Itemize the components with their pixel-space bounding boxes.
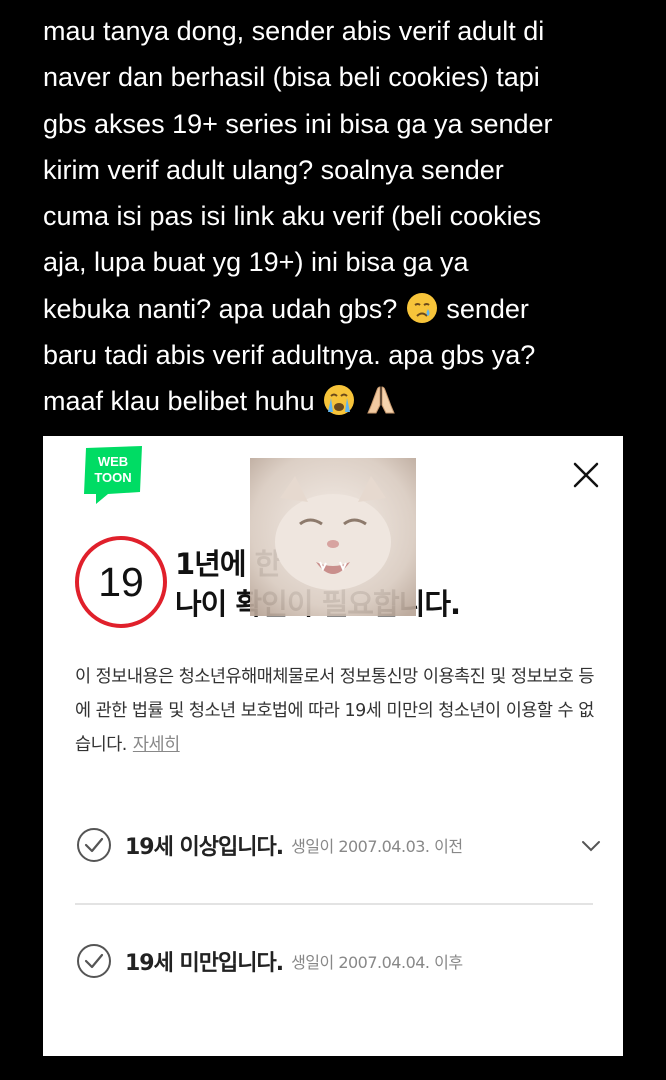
age-verification-card: WEB TOON 19 1년에 한 번, 나이 확인이 필요합니다. 이 정보내… — [43, 436, 623, 1056]
close-icon[interactable] — [571, 460, 601, 490]
crying-face-icon — [405, 291, 439, 325]
post-line: mau tanya dong, sender abis verif adult … — [43, 16, 545, 46]
logo-text-top: WEB — [98, 454, 128, 469]
option-sublabel: 생일이 2007.04.03. 이전 — [291, 837, 463, 856]
post-text: mau tanya dong, sender abis verif adult … — [43, 8, 633, 425]
check-circle-icon — [77, 828, 111, 862]
post-line-with-emoji: maaf klau belibet huhu — [43, 378, 633, 424]
check-circle-icon — [77, 944, 111, 978]
option-label: 19세 미만입니다. — [125, 951, 284, 976]
post-line: baru tadi abis verif adultnya. apa gbs y… — [43, 340, 536, 371]
post-line-segment: maaf klau belibet huhu — [43, 386, 315, 417]
divider — [75, 903, 593, 905]
post-line: naver dan berhasil (bisa beli cookies) t… — [43, 62, 540, 93]
post-line: cuma isi pas isi link aku verif (beli co… — [43, 201, 542, 232]
post-line-segment: kebuka nanti? apa udah gbs? — [43, 293, 398, 324]
loudly-crying-face-icon — [322, 383, 356, 417]
cat-sticker-image — [250, 458, 416, 616]
post-line-segment: sender — [446, 293, 529, 324]
chevron-down-icon[interactable] — [579, 834, 603, 858]
option-label: 19세 이상입니다. — [125, 835, 284, 860]
folded-hands-icon — [364, 383, 398, 417]
option-19-or-older[interactable]: 19세 이상입니다. 생일이 2007.04.03. 이전 — [75, 820, 600, 870]
post-line: gbs akses 19+ series ini bisa ga ya send… — [43, 108, 553, 139]
age-19-badge: 19 — [75, 536, 167, 628]
option-sublabel: 생일이 2007.04.04. 이후 — [291, 953, 463, 972]
description: 이 정보내용은 청소년유해매체물로서 정보통신망 이용촉진 및 정보보호 등에 … — [75, 660, 605, 762]
webtoon-logo: WEB TOON — [84, 446, 142, 504]
post-line-with-emoji: kebuka nanti? apa udah gbs? sender — [43, 286, 633, 332]
details-link[interactable]: 자세히 — [133, 735, 180, 755]
post-line: aja, lupa buat yg 19+) ini bisa ga ya — [43, 247, 469, 278]
post-line: kirim verif adult ulang? soalnya sender — [43, 154, 504, 185]
logo-text-bottom: TOON — [94, 470, 131, 485]
option-under-19[interactable]: 19세 미만입니다. 생일이 2007.04.04. 이후 — [75, 936, 595, 986]
